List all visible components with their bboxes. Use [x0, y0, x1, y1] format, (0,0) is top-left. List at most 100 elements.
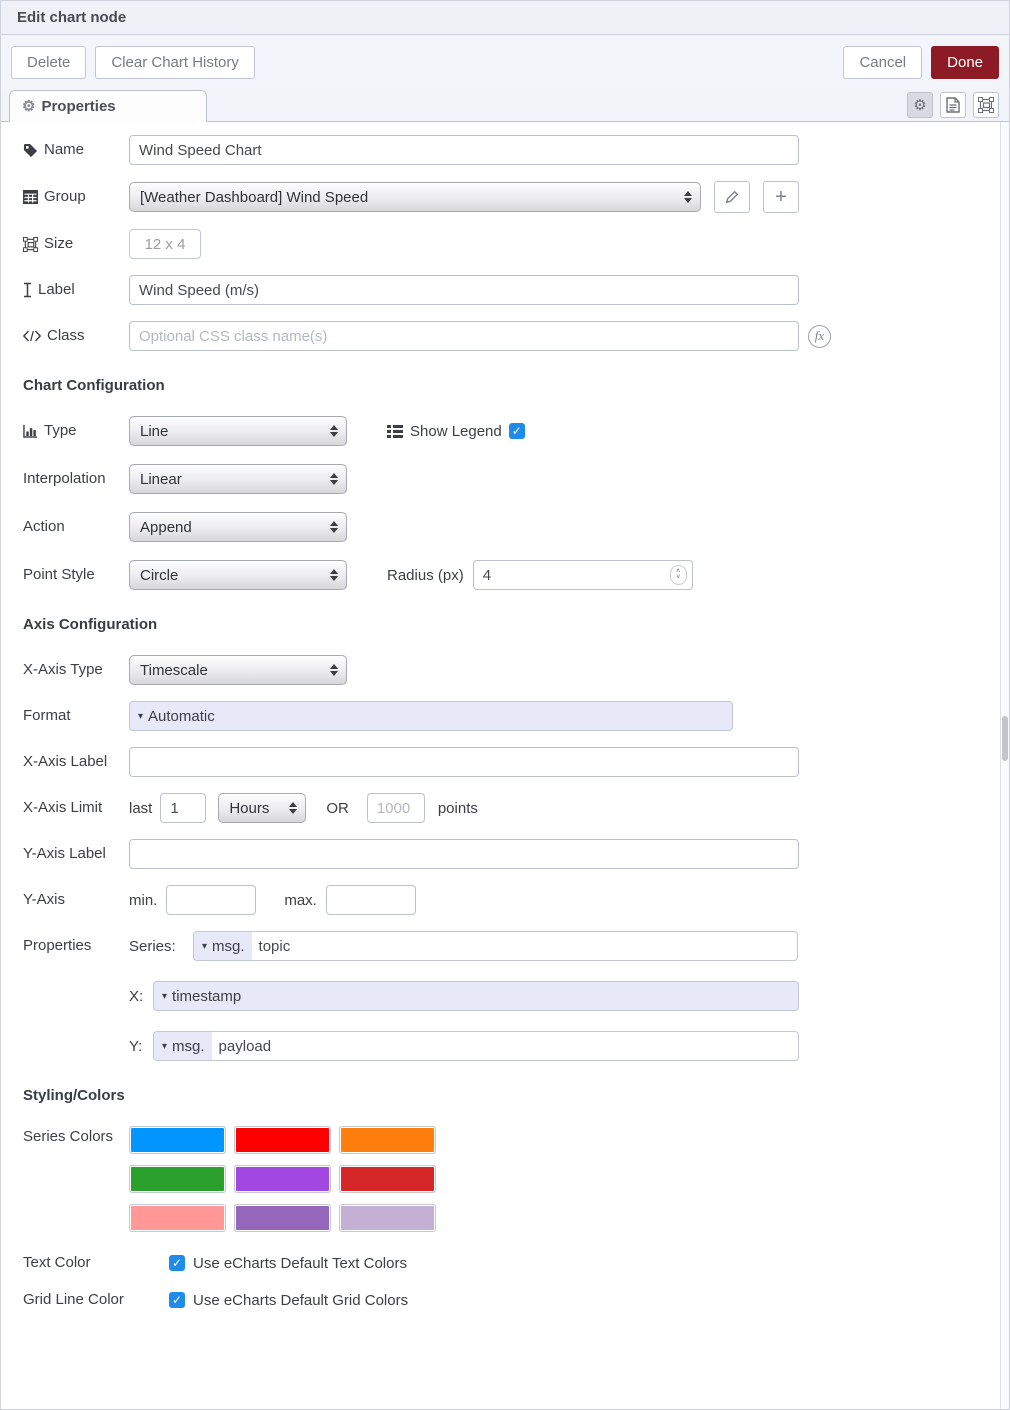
series-value[interactable]: topic [252, 932, 298, 960]
node-appearance-icon [978, 97, 994, 113]
pencil-icon [725, 190, 739, 204]
interpolation-row: Interpolation Linear [23, 464, 989, 494]
select-arrows-icon [684, 191, 692, 203]
text-color-checkbox[interactable]: ✓ [169, 1255, 185, 1271]
group-label: Group [44, 188, 86, 207]
limit-unit-select[interactable]: Hours [218, 793, 306, 823]
series-colors-label: Series Colors [23, 1128, 113, 1147]
y-axis-range-label: Y-Axis [23, 891, 65, 910]
select-arrows-icon [330, 425, 338, 437]
size-label: Size [44, 235, 73, 254]
grid-color-checkbox[interactable]: ✓ [169, 1292, 185, 1308]
group-row: Group [Weather Dashboard] Wind Speed + [23, 181, 989, 213]
name-input[interactable] [129, 135, 799, 165]
point-style-select-value: Circle [140, 567, 324, 584]
tab-properties[interactable]: ⚙ Properties [9, 90, 207, 122]
description-view-button[interactable] [940, 92, 966, 118]
dialog-titlebar: Edit chart node [1, 1, 1009, 35]
point-style-label: Point Style [23, 566, 95, 585]
color-swatch[interactable] [129, 1204, 226, 1232]
code-icon [23, 330, 41, 342]
format-type-dropdown[interactable]: ▾ Automatic [130, 702, 222, 730]
x-typedinput[interactable]: ▾ timestamp [153, 981, 799, 1011]
gear-icon: ⚙ [22, 97, 35, 115]
y-sublabel: Y: [129, 1038, 153, 1055]
format-value: Automatic [148, 708, 215, 725]
type-select[interactable]: Line [129, 416, 347, 446]
color-swatch[interactable] [234, 1126, 331, 1154]
y-max-input[interactable] [326, 885, 416, 915]
x-axis-type-select-value: Timescale [140, 662, 324, 679]
y-typedinput[interactable]: ▾ msg. payload [153, 1031, 799, 1061]
number-spinner-icon[interactable]: ˄˅ [670, 565, 687, 585]
add-group-button[interactable]: + [763, 181, 799, 213]
x-axis-label-label-wrap: X-Axis Label [23, 753, 129, 772]
caret-down-icon: ▾ [162, 991, 167, 1002]
clear-chart-history-button[interactable]: Clear Chart History [95, 46, 255, 79]
series-sublabel: Series: [129, 938, 193, 955]
interpolation-select[interactable]: Linear [129, 464, 347, 494]
class-row: Class fx [23, 321, 989, 351]
x-type-dropdown[interactable]: ▾ timestamp [154, 982, 248, 1010]
scrollbar-track[interactable] [1000, 122, 1009, 1409]
series-type-dropdown[interactable]: ▾ msg. [194, 932, 252, 960]
edit-group-button[interactable] [714, 181, 750, 213]
fx-expand-icon[interactable]: fx [808, 325, 831, 348]
y-min-input[interactable] [166, 885, 256, 915]
x-property-row: X: ▾ timestamp [23, 981, 989, 1011]
color-swatch[interactable] [339, 1204, 436, 1232]
radius-input[interactable] [473, 560, 693, 590]
done-button[interactable]: Done [931, 46, 999, 79]
size-button[interactable]: 12 x 4 [129, 229, 201, 259]
type-row: Type Line Show Legend ✓ [23, 416, 989, 446]
interpolation-select-value: Linear [140, 471, 324, 488]
caret-down-icon: ▾ [162, 1041, 167, 1052]
x-axis-limit-label-wrap: X-Axis Limit [23, 799, 129, 818]
gear-icon: ⚙ [913, 96, 926, 114]
x-axis-type-select[interactable]: Timescale [129, 655, 347, 685]
color-swatch[interactable] [234, 1165, 331, 1193]
scrollbar-thumb[interactable] [1002, 716, 1008, 761]
x-axis-type-label-wrap: X-Axis Type [23, 661, 129, 680]
color-swatch[interactable] [129, 1126, 226, 1154]
dialog-toolbar: Delete Clear Chart History Cancel Done [1, 35, 1009, 89]
point-style-select[interactable]: Circle [129, 560, 347, 590]
group-select[interactable]: [Weather Dashboard] Wind Speed [129, 182, 701, 212]
y-value[interactable]: payload [212, 1032, 279, 1060]
points-text: points [438, 800, 478, 817]
label-input[interactable] [129, 275, 799, 305]
cancel-button[interactable]: Cancel [843, 46, 922, 79]
color-swatch[interactable] [339, 1165, 436, 1193]
format-typedinput[interactable]: ▾ Automatic [129, 701, 733, 731]
ibeam-icon [23, 282, 32, 298]
text-color-row: Text Color ✓ Use eCharts Default Text Co… [23, 1254, 989, 1273]
y-max-text: max. [284, 892, 317, 909]
properties-view-button[interactable]: ⚙ [907, 92, 933, 118]
type-label-wrap: Type [23, 422, 129, 441]
group-select-value: [Weather Dashboard] Wind Speed [140, 189, 678, 206]
color-swatch[interactable] [339, 1126, 436, 1154]
x-axis-label-row: X-Axis Label [23, 747, 989, 777]
limit-last-input[interactable] [160, 793, 206, 823]
color-swatch[interactable] [129, 1165, 226, 1193]
limit-unit-value: Hours [229, 800, 283, 817]
appearance-view-button[interactable] [973, 92, 999, 118]
x-axis-label-input[interactable] [129, 747, 799, 777]
action-select[interactable]: Append [129, 512, 347, 542]
grid-color-checkbox-label: Use eCharts Default Grid Colors [193, 1292, 408, 1309]
show-legend-checkbox[interactable]: ✓ [509, 423, 525, 439]
class-input[interactable] [129, 321, 799, 351]
y-type-dropdown[interactable]: ▾ msg. [154, 1032, 212, 1060]
y-axis-label-input[interactable] [129, 839, 799, 869]
x-axis-type-row: X-Axis Type Timescale [23, 655, 989, 685]
legend-icon [387, 425, 403, 438]
series-typedinput[interactable]: ▾ msg. topic [193, 931, 798, 961]
y-axis-label-label-wrap: Y-Axis Label [23, 845, 129, 864]
color-swatch[interactable] [234, 1204, 331, 1232]
edit-form: Name Group [Weather Dashboard] Wind Spee… [1, 122, 1009, 1310]
series-colors-row: Series Colors [23, 1126, 989, 1232]
delete-button[interactable]: Delete [11, 46, 86, 79]
size-icon [23, 237, 38, 252]
limit-points-input[interactable] [367, 793, 425, 823]
text-color-checkbox-label: Use eCharts Default Text Colors [193, 1255, 407, 1272]
